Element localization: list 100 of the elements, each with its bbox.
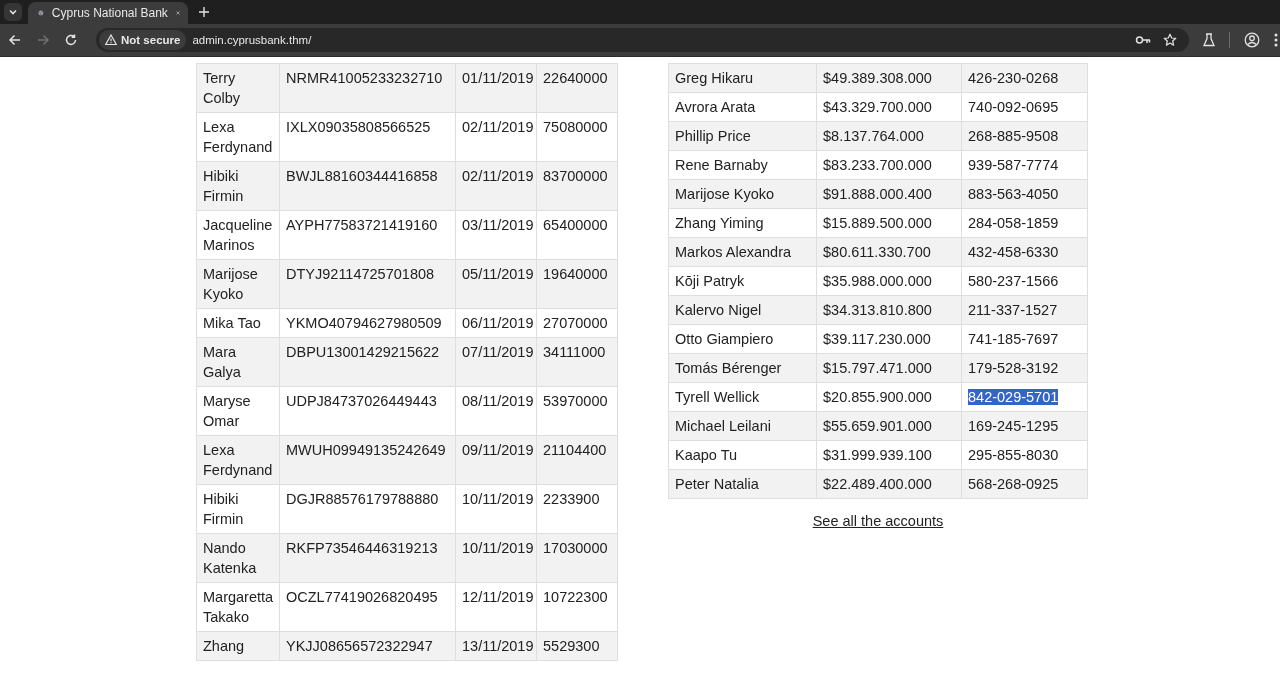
phone-text: 211-337-1527 [968, 302, 1058, 318]
amount-cell: 65400000 [536, 210, 618, 260]
profile-icon[interactable] [1244, 32, 1260, 48]
amount-cell: 53970000 [536, 386, 618, 436]
phone-text: 432-458-6330 [968, 244, 1059, 260]
date-cell: 06/11/2019 [455, 308, 537, 338]
amount-cell: 21104400 [536, 435, 618, 485]
name-cell: Avrora Arata [668, 92, 817, 122]
amount-cell: 17030000 [536, 533, 618, 583]
name-cell: Margaretta Takako [196, 582, 280, 632]
amount-cell: 19640000 [536, 259, 618, 309]
account-number-cell: BWJL88160344416858 [279, 161, 456, 211]
balance-cell: $55.659.901.000 [816, 411, 962, 441]
phone-text: 568-268-0925 [968, 476, 1059, 492]
menu-icon[interactable] [1274, 33, 1278, 47]
tab-list-button[interactable] [4, 3, 22, 21]
amount-cell: 10722300 [536, 582, 618, 632]
account-number-cell: NRMR41005233232710 [279, 63, 456, 113]
balance-cell: $91.888.000.400 [816, 179, 962, 209]
account-number-cell: MWUH09949135242649 [279, 435, 456, 485]
amount-cell: 75080000 [536, 112, 618, 162]
back-icon[interactable] [8, 33, 22, 47]
date-cell: 02/11/2019 [455, 112, 537, 162]
date-cell: 07/11/2019 [455, 337, 537, 387]
name-cell: Marijose Kyoko [196, 259, 280, 309]
date-cell: 02/11/2019 [455, 161, 537, 211]
date-cell: 08/11/2019 [455, 386, 537, 436]
phone-text: 426-230-0268 [968, 70, 1059, 86]
name-cell: Marijose Kyoko [668, 179, 817, 209]
name-cell: Lexa Ferdynand [196, 112, 280, 162]
date-cell: 10/11/2019 [455, 484, 537, 534]
phone-text: 268-885-9508 [968, 128, 1059, 144]
name-cell: Markos Alexandra [668, 237, 817, 267]
amount-cell: 22640000 [536, 63, 618, 113]
phone-text: 883-563-4050 [968, 186, 1059, 202]
selected-phone-text: 842-029-5701 [968, 389, 1059, 405]
name-cell: Tomás Bérenger [668, 353, 817, 383]
browser-tab[interactable]: Cyprus National Bank [28, 2, 188, 24]
balance-cell: $15.889.500.000 [816, 208, 962, 238]
name-cell: Jacqueline Marinos [196, 210, 280, 260]
see-all-accounts-link[interactable]: See all the accounts [812, 513, 944, 529]
account-number-cell: UDPJ84737026449443 [279, 386, 456, 436]
account-number-cell: RKFP73546446319213 [279, 533, 456, 583]
balance-cell: $15.797.471.000 [816, 353, 962, 383]
phone-text: 939-587-7774 [968, 157, 1059, 173]
date-cell: 03/11/2019 [455, 210, 537, 260]
balance-cell: $43.329.700.000 [816, 92, 962, 122]
balance-cell: $20.855.900.000 [816, 382, 962, 412]
name-cell: Greg Hikaru [668, 63, 817, 93]
balance-cell: $83.233.700.000 [816, 150, 962, 180]
name-cell: Lexa Ferdynand [196, 435, 280, 485]
name-cell: Peter Natalia [668, 469, 817, 499]
account-number-cell: OCZL77419026820495 [279, 582, 456, 632]
phone-text: 741-185-7697 [968, 331, 1059, 347]
date-cell: 05/11/2019 [455, 259, 537, 309]
amount-cell: 2233900 [536, 484, 618, 534]
name-cell: Kaapo Tu [668, 440, 817, 470]
name-cell: Terry Colby [196, 63, 280, 113]
name-cell: Rene Barnaby [668, 150, 817, 180]
key-icon[interactable] [1135, 34, 1151, 46]
reload-icon[interactable] [64, 33, 78, 47]
balance-cell: $8.137.764.000 [816, 121, 962, 151]
phone-text: 169-245-1295 [968, 418, 1059, 434]
balance-cell: $49.389.308.000 [816, 63, 962, 93]
name-cell: Nando Katenka [196, 533, 280, 583]
amount-cell: 83700000 [536, 161, 618, 211]
date-cell: 10/11/2019 [455, 533, 537, 583]
amount-cell: 27070000 [536, 308, 618, 338]
name-cell: Hibiki Firmin [196, 161, 280, 211]
phone-text: 179-528-3192 [968, 360, 1059, 376]
date-cell: 12/11/2019 [455, 582, 537, 632]
name-cell: Mara Galya [196, 337, 280, 387]
url-text: admin.cyprusbank.thm/ [192, 34, 312, 46]
balance-cell: $22.489.400.000 [816, 469, 962, 499]
name-cell: Zhang [196, 631, 280, 661]
phone-text: 284-058-1859 [968, 215, 1059, 231]
security-chip[interactable]: Not secure [99, 30, 187, 50]
name-cell: Maryse Omar [196, 386, 280, 436]
balance-cell: $35.988.000.000 [816, 266, 962, 296]
name-cell: Phillip Price [668, 121, 817, 151]
name-cell: Otto Giampiero [668, 324, 817, 354]
account-number-cell: DTYJ92114725701808 [279, 259, 456, 309]
date-cell: 01/11/2019 [455, 63, 537, 113]
plus-icon[interactable] [198, 6, 210, 18]
balance-cell: $80.611.330.700 [816, 237, 962, 267]
name-cell: Hibiki Firmin [196, 484, 280, 534]
balance-cell: $31.999.939.100 [816, 440, 962, 470]
phone-text: 580-237-1566 [968, 273, 1059, 289]
account-number-cell: YKJJ08656572322947 [279, 631, 456, 661]
date-cell: 09/11/2019 [455, 435, 537, 485]
name-cell: Mika Tao [196, 308, 280, 338]
name-cell: Michael Leilani [668, 411, 817, 441]
star-icon[interactable] [1163, 33, 1177, 47]
balance-cell: $39.117.230.000 [816, 324, 962, 354]
warning-icon [105, 34, 117, 46]
phone-text: 295-855-8030 [968, 447, 1059, 463]
name-cell: Tyrell Wellick [668, 382, 817, 412]
flask-icon[interactable] [1203, 33, 1215, 47]
address-bar[interactable]: Not secure admin.cyprusbank.thm/ [96, 28, 1189, 52]
account-number-cell: DGJR88576179788880 [279, 484, 456, 534]
